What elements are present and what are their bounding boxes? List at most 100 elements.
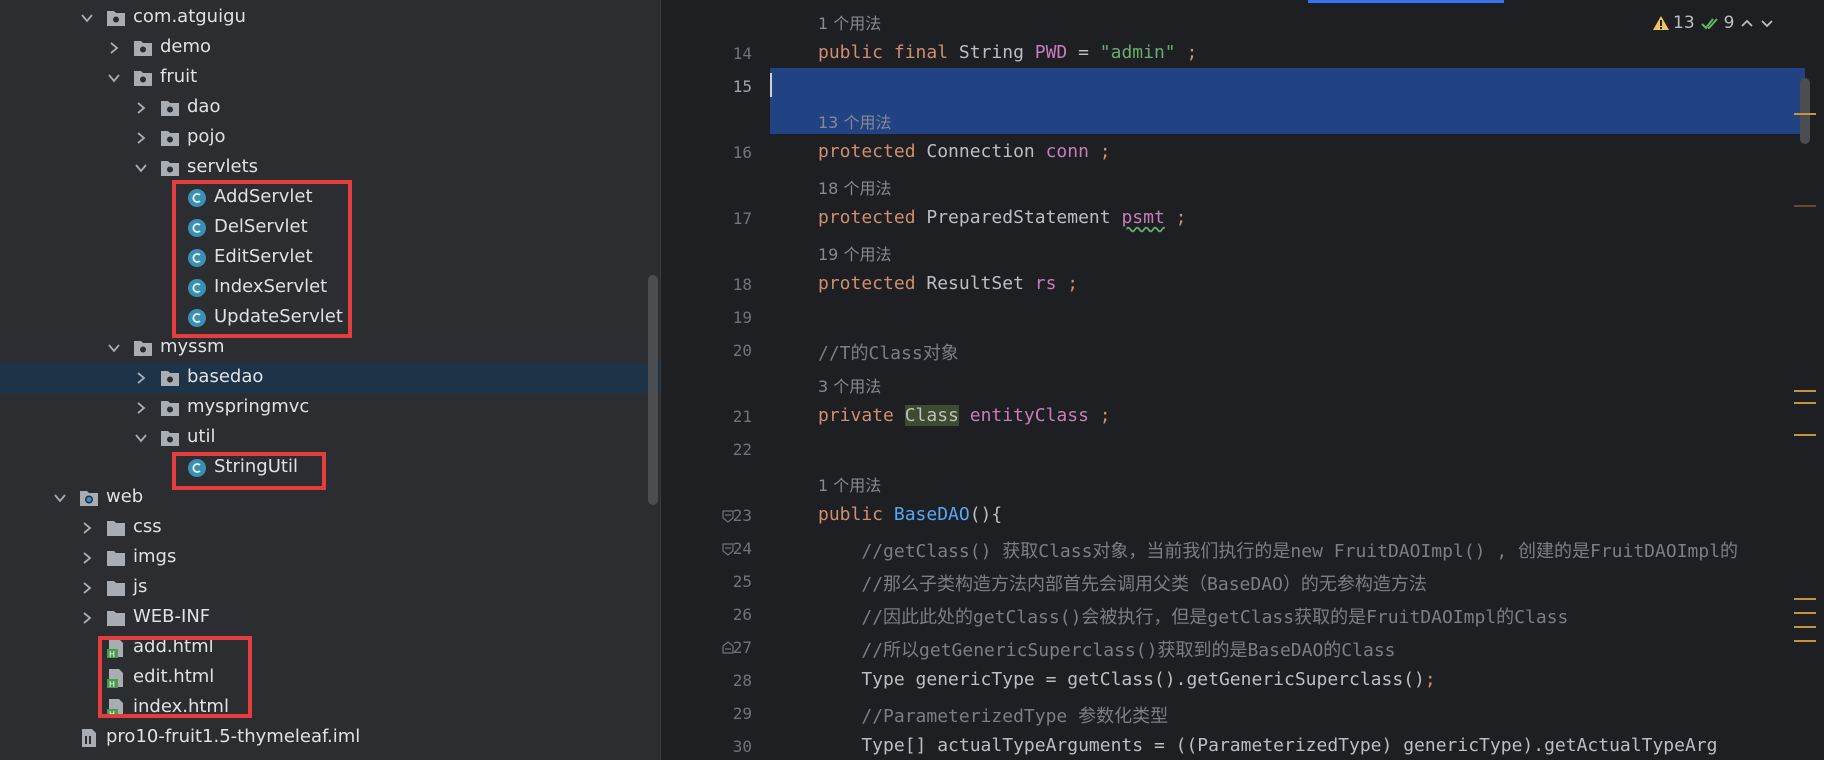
code-line-29[interactable]: //ParameterizedType 参数化类型 — [818, 702, 1168, 728]
code-token: PreparedStatement — [926, 207, 1122, 228]
warnings-count: 13 — [1673, 13, 1695, 33]
tree-item-web[interactable]: web — [0, 483, 660, 513]
code-line-18[interactable]: protected ResultSet rs ; — [818, 273, 1078, 294]
chevron-down-icon[interactable] — [1760, 16, 1774, 30]
code-line-17[interactable]: protected PreparedStatement psmt ; — [818, 207, 1187, 228]
code-editor[interactable]: 13 9 1 个用法 14 public final String PWD = "a… — [660, 0, 1824, 760]
code-line-20[interactable]: //T的Class对象 — [818, 339, 959, 365]
usage-hint[interactable]: 19 个用法 — [818, 241, 891, 265]
code-line-25[interactable]: //那么子类构造方法内部首先会调用父类（BaseDAO）的无参构造方法 — [818, 570, 1427, 596]
code-token: String — [958, 42, 1035, 63]
tree-item-servlets[interactable]: servlets — [0, 153, 660, 183]
usage-hint[interactable]: 18 个用法 — [818, 175, 891, 199]
tree-item-css[interactable]: css — [0, 513, 660, 543]
code-line-23[interactable]: public BaseDAO(){ — [818, 504, 1002, 525]
chevron-right-icon[interactable] — [135, 132, 147, 144]
editor-scrollbar-thumb[interactable] — [1800, 78, 1810, 144]
code-token: //T的Class对象 — [818, 343, 959, 364]
code-token: //所以getGenericSuperclass()获取到的是BaseDAO的C… — [861, 640, 1396, 661]
code-token: ; — [1088, 141, 1111, 162]
chevron-right-icon[interactable] — [135, 402, 147, 414]
chevron-right-icon[interactable] — [108, 42, 120, 54]
chevron-down-icon[interactable] — [54, 492, 66, 504]
usage-hint[interactable]: 3 个用法 — [818, 373, 881, 397]
usage-hint[interactable]: 1 个用法 — [818, 472, 881, 496]
tree-item-label: basedao — [187, 366, 264, 387]
code-line-21[interactable]: private Class entityClass ; — [818, 405, 1111, 426]
chevron-down-icon[interactable] — [81, 12, 93, 24]
tree-item-label: myspringmvc — [187, 396, 310, 417]
tree-item-label: css — [133, 516, 162, 537]
usage-hint[interactable]: 1 个用法 — [818, 10, 881, 34]
weak-warnings-indicator[interactable]: 9 — [1700, 13, 1734, 33]
code-token: Type[] actualTypeArguments = ((Parameter… — [818, 735, 1718, 756]
folder-icon — [105, 577, 127, 599]
current-line-highlight — [770, 68, 1805, 134]
scroll-marker — [1794, 626, 1816, 628]
scroll-marker — [1794, 113, 1816, 115]
code-line-16[interactable]: protected Connection conn ; — [818, 141, 1111, 162]
chevron-right-icon[interactable] — [135, 102, 147, 114]
fold-open-icon[interactable] — [721, 542, 735, 556]
usage-hint[interactable]: 13 个用法 — [818, 109, 891, 133]
code-token: //因此此处的getClass()会被执行，但是getClass获取的是Frui… — [861, 607, 1569, 628]
tree-item-label: util — [187, 426, 216, 447]
warnings-indicator[interactable]: 13 — [1652, 13, 1695, 33]
fold-close-icon[interactable] — [721, 641, 735, 655]
chevron-up-icon[interactable] — [1740, 16, 1754, 30]
code-line-14[interactable]: public final String PWD = "admin" ; — [818, 42, 1197, 63]
code-line-26[interactable]: //因此此处的getClass()会被执行，但是getClass获取的是Frui… — [818, 603, 1568, 629]
code-line-28[interactable]: Type genericType = getClass().getGeneric… — [818, 669, 1435, 690]
code-token: PWD — [1034, 42, 1068, 63]
tree-item-imgs[interactable]: imgs — [0, 543, 660, 573]
tree-item-pro10-fruit1-5-thymeleaf-iml[interactable]: pro10-fruit1.5-thymeleaf.iml — [0, 723, 660, 753]
tree-item-com-atguigu[interactable]: com.atguigu — [0, 3, 660, 33]
code-line-27[interactable]: //所以getGenericSuperclass()获取到的是BaseDAO的C… — [818, 636, 1396, 662]
code-token: Type genericType = getClass().getGeneric… — [818, 669, 1425, 690]
chevron-right-icon[interactable] — [81, 522, 93, 534]
code-token: ; — [1056, 273, 1079, 294]
chevron-right-icon[interactable] — [81, 582, 93, 594]
inspection-widget[interactable]: 13 9 — [1652, 10, 1774, 36]
tree-item-demo[interactable]: demo — [0, 33, 660, 63]
tree-item-web-inf[interactable]: WEB-INF — [0, 603, 660, 633]
chevron-right-icon[interactable] — [81, 612, 93, 624]
tree-item-label: servlets — [187, 156, 259, 177]
gutter-divider — [660, 0, 661, 760]
tree-scrollbar-thumb[interactable] — [648, 275, 658, 505]
code-token: "admin" — [1099, 42, 1176, 63]
tree-item-js[interactable]: js — [0, 573, 660, 603]
tree-item-label: fruit — [160, 66, 198, 87]
tree-item-pojo[interactable]: pojo — [0, 123, 660, 153]
code-line-30[interactable]: Type[] actualTypeArguments = ((Parameter… — [818, 735, 1717, 756]
code-token: public — [818, 504, 894, 525]
tree-item-myspringmvc[interactable]: myspringmvc — [0, 393, 660, 423]
scroll-marker — [1794, 612, 1816, 614]
line-number: 30 — [732, 737, 752, 756]
chevron-right-icon[interactable] — [81, 552, 93, 564]
folder-icon — [105, 517, 127, 539]
code-line-24[interactable]: //getClass() 获取Class对象，当前我们执行的是new Fruit… — [818, 537, 1738, 563]
package-icon — [132, 37, 154, 59]
chevron-down-icon[interactable] — [135, 162, 147, 174]
chevron-right-icon[interactable] — [135, 372, 147, 384]
tree-item-dao[interactable]: dao — [0, 93, 660, 123]
scroll-marker — [1794, 434, 1816, 436]
code-token: (){ — [969, 504, 1003, 525]
tree-item-fruit[interactable]: fruit — [0, 63, 660, 93]
tree-item-stringutil[interactable]: StringUtil — [0, 453, 660, 483]
chevron-down-icon[interactable] — [135, 432, 147, 444]
tree-item-label: imgs — [133, 546, 177, 567]
code-token: Connection — [926, 141, 1046, 162]
tree-item-basedao[interactable]: basedao — [0, 363, 660, 393]
fold-open-icon[interactable] — [721, 509, 735, 523]
code-token: public final — [818, 42, 959, 63]
line-number: 16 — [732, 143, 752, 162]
text-caret — [770, 73, 772, 97]
tree-item-label: myssm — [160, 336, 225, 357]
chevron-down-icon[interactable] — [108, 342, 120, 354]
tree-item-util[interactable]: util — [0, 423, 660, 453]
chevron-down-icon[interactable] — [108, 72, 120, 84]
code-token: protected — [818, 273, 927, 294]
